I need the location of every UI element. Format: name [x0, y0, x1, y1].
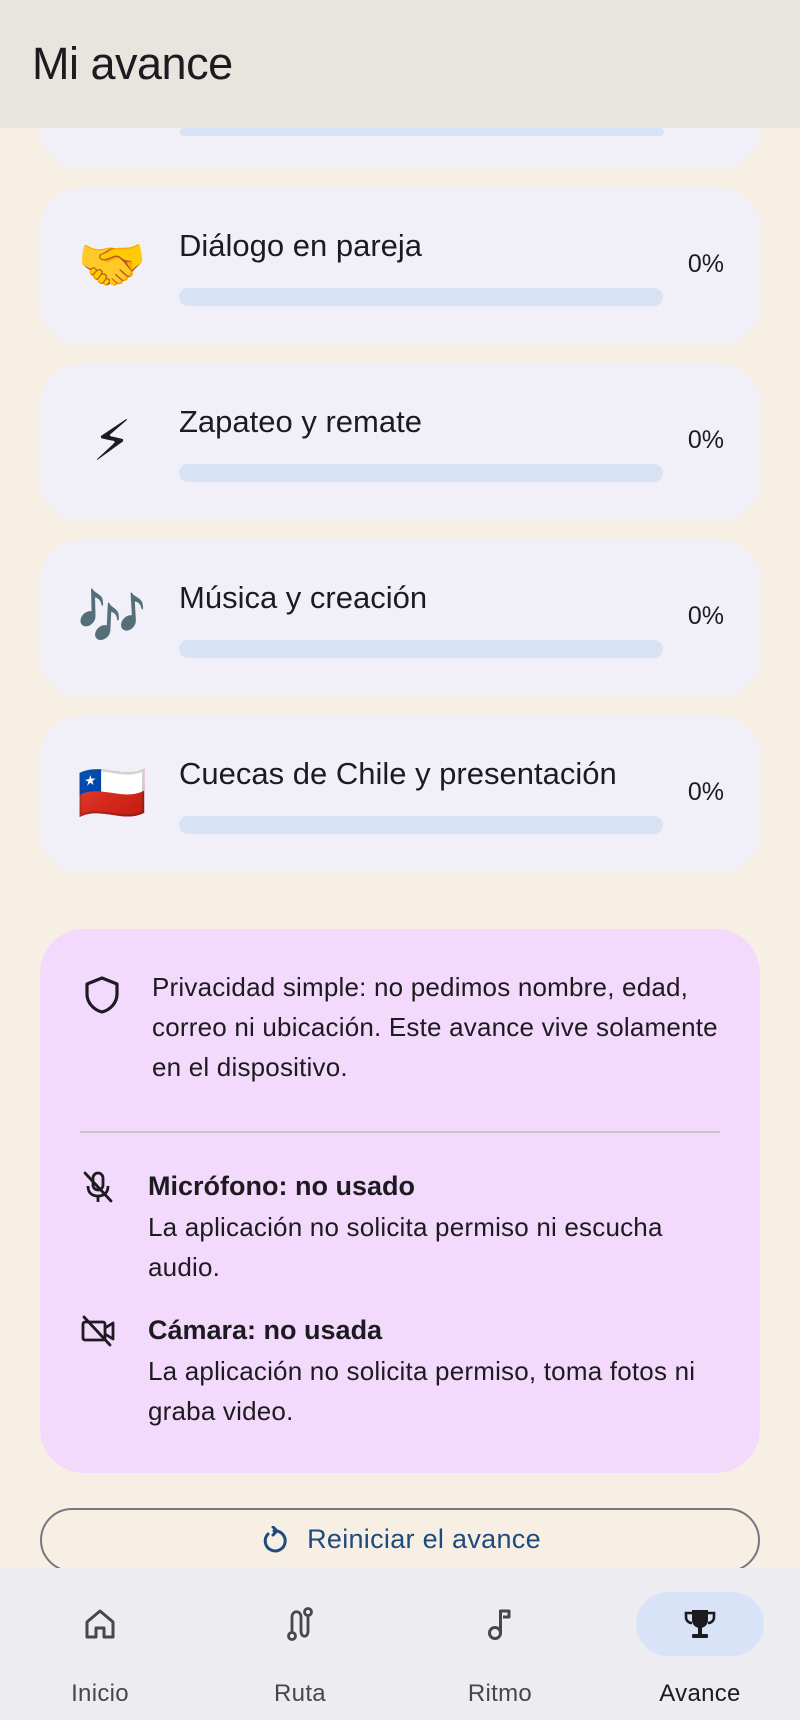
restart-icon [263, 1526, 287, 1553]
topic-title: Música y creación [179, 580, 428, 615]
page-title: Mi avance [32, 38, 233, 89]
app-bar: Mi avance [0, 0, 800, 128]
nav-label: Inicio [71, 1680, 129, 1707]
progress-bar [180, 128, 664, 136]
trophy-icon [684, 1610, 716, 1638]
bottom-navigation: Inicio Ruta Ritmo Avance [0, 1568, 800, 1720]
topic-card-zapateo[interactable]: ⚡ Zapateo y remate 0% [40, 364, 760, 520]
nav-item-ruta[interactable]: Ruta [200, 1568, 400, 1720]
shield-icon [85, 976, 119, 1014]
progress-bar [179, 464, 663, 482]
topic-card-musica[interactable]: 🎶 Música y creación 0% [40, 540, 760, 696]
music-notes-icon: 🎶 [77, 585, 147, 650]
lightning-icon: ⚡ [92, 409, 132, 474]
topic-percent: 0% [687, 602, 724, 630]
permission-description: La aplicación no solicita permiso, toma … [148, 1356, 696, 1426]
topic-title: Diálogo en pareja [179, 228, 423, 263]
divider [80, 1131, 720, 1133]
music-note-icon [488, 1609, 511, 1640]
topic-card-cuecas[interactable]: 🇨🇱 Cuecas de Chile y presentación 0% [40, 716, 760, 872]
reset-button-label: Reiniciar el avance [307, 1524, 541, 1554]
reset-progress-button[interactable]: Reiniciar el avance [40, 1508, 760, 1568]
nav-label: Avance [659, 1680, 741, 1707]
topic-card-dialogo[interactable]: 🤝 Diálogo en pareja 0% [40, 188, 760, 344]
privacy-card: Privacidad simple: no pedimos nombre, ed… [40, 929, 760, 1473]
videocam-off-icon [81, 1315, 115, 1347]
topic-title: Zapateo y remate [179, 404, 422, 439]
progress-bar [179, 816, 663, 834]
topic-percent: 0% [687, 778, 724, 806]
chile-flag-icon: 🇨🇱 [77, 761, 147, 826]
nav-label: Ritmo [467, 1680, 533, 1707]
progress-content[interactable]: 🤝 Diálogo en pareja 0% ⚡ Zapateo y remat… [0, 128, 800, 1568]
topic-percent: 0% [687, 250, 724, 278]
topic-percent: 0% [687, 426, 724, 454]
handshake-icon: 🤝 [77, 233, 147, 298]
mic-off-icon [83, 1171, 113, 1203]
topic-card-partial[interactable] [40, 128, 760, 168]
nav-item-ritmo[interactable]: Ritmo [400, 1568, 600, 1720]
topic-title: Cuecas de Chile y presentación [179, 756, 617, 791]
nav-label: Ruta [274, 1680, 326, 1707]
nav-item-avance[interactable]: Avance [600, 1568, 800, 1720]
progress-bar [179, 640, 663, 658]
permission-title: Cámara: no usada [148, 1315, 383, 1345]
permission-title: Micrófono: no usado [148, 1171, 415, 1201]
privacy-intro: Privacidad simple: no pedimos nombre, ed… [152, 972, 718, 1082]
route-icon [287, 1607, 313, 1641]
permission-description: La aplicación no solicita permiso ni esc… [148, 1212, 663, 1282]
home-icon [85, 1609, 115, 1639]
nav-item-inicio[interactable]: Inicio [0, 1568, 200, 1720]
progress-bar [179, 288, 663, 306]
